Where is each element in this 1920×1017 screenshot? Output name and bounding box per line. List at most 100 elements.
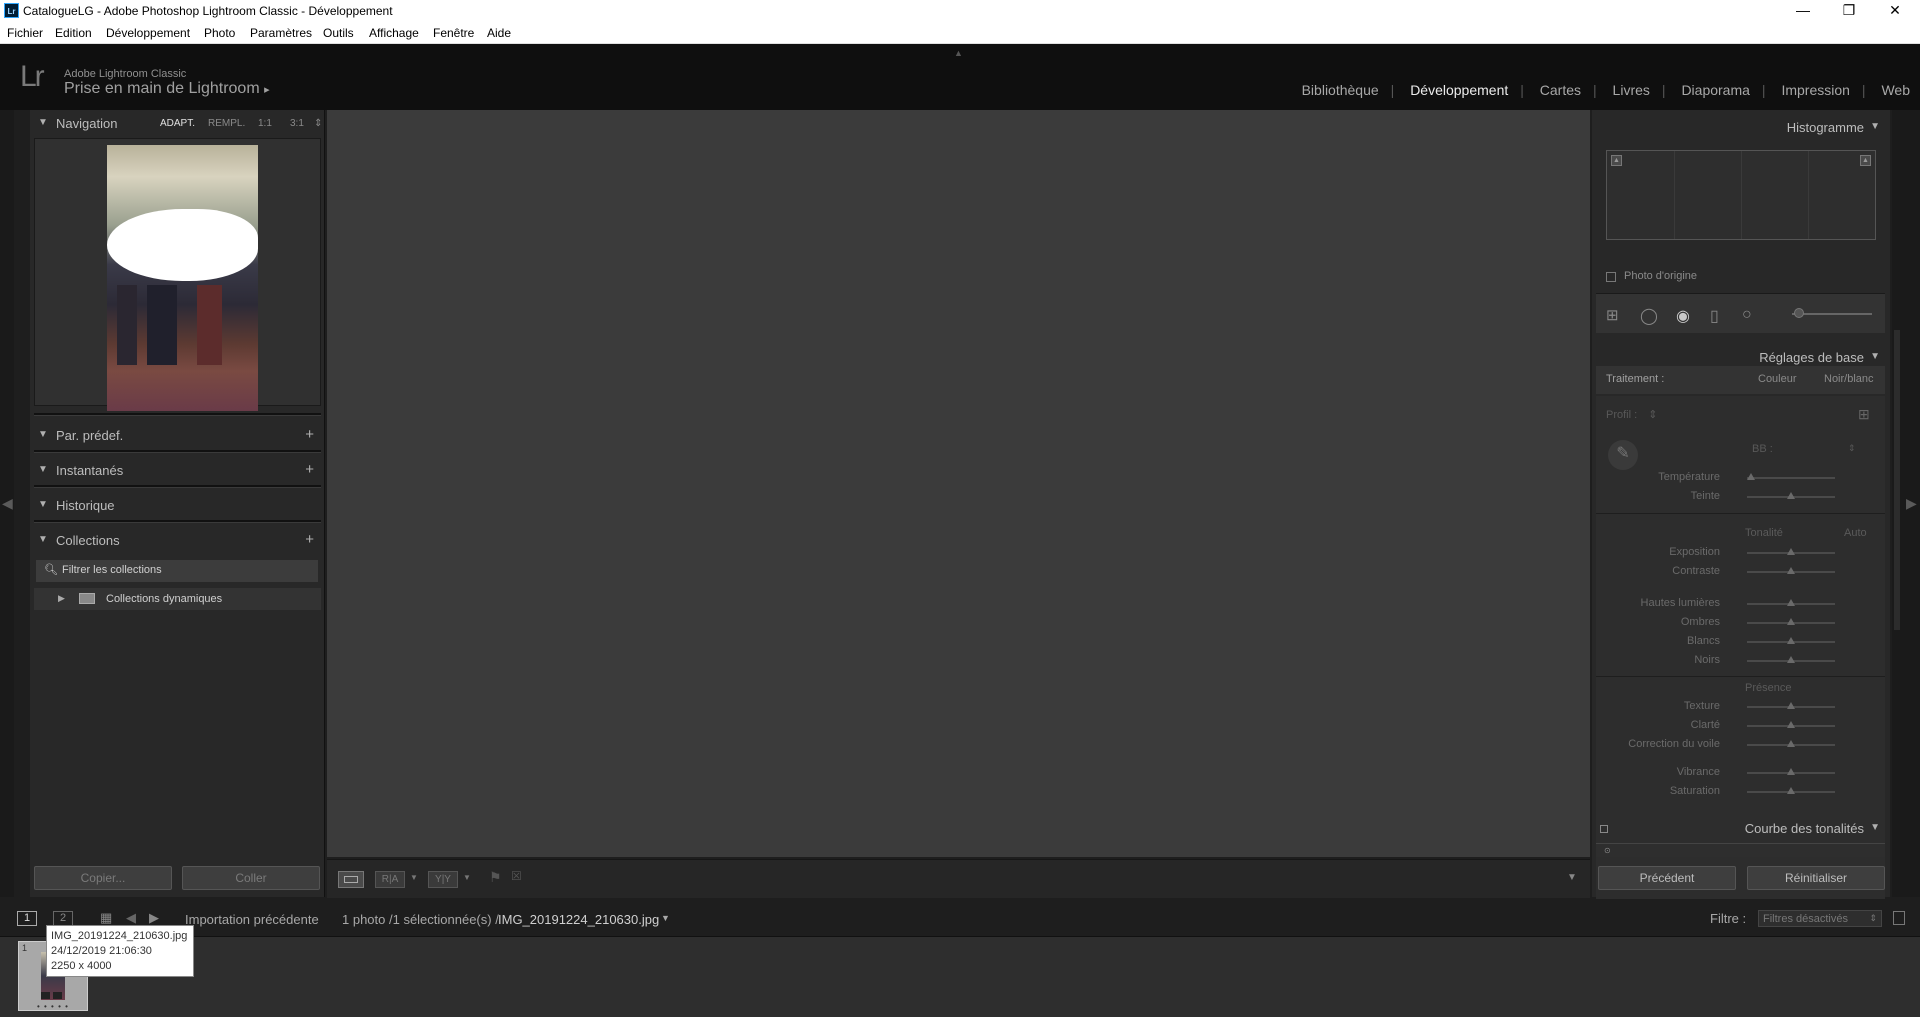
reject-flag-icon[interactable]: ☒ bbox=[511, 869, 522, 883]
add-collection-icon[interactable]: + bbox=[305, 531, 314, 548]
slider-knob[interactable] bbox=[1787, 787, 1795, 794]
slider-row[interactable]: Clarté bbox=[1592, 718, 1890, 734]
shadow-clipping-icon[interactable]: ▲ bbox=[1611, 155, 1622, 166]
slider-row[interactable]: Contraste bbox=[1592, 564, 1890, 580]
red-eye-icon[interactable]: ◉ bbox=[1676, 306, 1690, 326]
zoom-dropdown-icon[interactable]: ⇕ bbox=[314, 118, 322, 129]
crop-overlay-icon[interactable]: ⊞ bbox=[1606, 306, 1619, 324]
toolbar-content-chevron-icon[interactable]: ▼ bbox=[1567, 872, 1577, 883]
menu-photo[interactable]: Photo bbox=[204, 26, 235, 40]
filmstrip-source[interactable]: Importation précédente bbox=[185, 912, 319, 927]
filter-lock-icon[interactable] bbox=[1893, 911, 1905, 925]
module-web[interactable]: Web bbox=[1881, 82, 1910, 98]
zoom-1-1[interactable]: 1:1 bbox=[258, 118, 272, 129]
presets-header[interactable]: ▼ Par. prédef. + bbox=[30, 422, 324, 450]
collapse-right-panel-icon[interactable]: ▶ bbox=[1906, 495, 1917, 512]
before-after-lr-button[interactable]: R|A bbox=[375, 871, 405, 888]
menu-developpement[interactable]: Développement bbox=[106, 26, 190, 40]
back-arrow-icon[interactable]: ◀ bbox=[126, 910, 136, 926]
wb-eyedropper-icon[interactable]: ✎ bbox=[1608, 440, 1638, 470]
slider-knob[interactable] bbox=[1787, 548, 1795, 555]
minimize-button[interactable]: — bbox=[1780, 0, 1826, 22]
menu-affichage[interactable]: Affichage bbox=[369, 26, 419, 40]
slider-knob[interactable] bbox=[1787, 740, 1795, 747]
snapshots-header[interactable]: ▼ Instantanés + bbox=[30, 457, 324, 485]
original-photo-checkbox[interactable] bbox=[1606, 272, 1616, 282]
auto-tone-button[interactable]: Auto bbox=[1844, 527, 1867, 539]
chevron-down-icon[interactable]: ▼ bbox=[661, 913, 670, 923]
collections-filter[interactable]: 🔍︎ Filtrer les collections bbox=[36, 560, 318, 582]
menu-aide[interactable]: Aide bbox=[487, 26, 511, 40]
radial-filter-icon[interactable]: ○ bbox=[1742, 306, 1752, 324]
slider-row[interactable]: Exposition bbox=[1592, 545, 1890, 561]
slider-row[interactable]: Ombres bbox=[1592, 615, 1890, 631]
slider-row[interactable]: Température bbox=[1592, 470, 1890, 486]
treatment-color[interactable]: Couleur bbox=[1758, 373, 1797, 385]
menu-fenetre[interactable]: Fenêtre bbox=[433, 26, 474, 40]
slider-knob[interactable] bbox=[1747, 473, 1756, 480]
chevron-down-icon[interactable]: ▼ bbox=[463, 873, 471, 882]
profile-browser-icon[interactable]: ⊞ bbox=[1858, 406, 1870, 423]
collections-header[interactable]: ▼ Collections + bbox=[30, 527, 324, 555]
target-adjustment-icon[interactable]: ⊙ bbox=[1604, 846, 1611, 855]
window-1-button[interactable]: 1 bbox=[17, 911, 37, 926]
window-2-button[interactable]: 2 bbox=[53, 911, 73, 926]
zoom-fit[interactable]: ADAPT. bbox=[160, 118, 195, 129]
slider-row[interactable]: Texture bbox=[1592, 699, 1890, 715]
slider-knob[interactable] bbox=[1787, 599, 1795, 606]
catalog-title[interactable]: Prise en main de Lightroom ▸ bbox=[64, 80, 270, 98]
histogram[interactable]: ▲ ▲ bbox=[1606, 150, 1876, 240]
module-cartes[interactable]: Cartes bbox=[1540, 82, 1581, 98]
image-view[interactable] bbox=[327, 110, 1590, 857]
close-button[interactable]: ✕ bbox=[1872, 0, 1918, 22]
menu-outils[interactable]: Outils bbox=[323, 26, 354, 40]
module-impression[interactable]: Impression bbox=[1781, 82, 1849, 98]
module-diaporama[interactable]: Diaporama bbox=[1681, 82, 1749, 98]
module-developpement[interactable]: Développement bbox=[1410, 82, 1508, 98]
right-scrollbar[interactable] bbox=[1894, 330, 1900, 630]
slider-knob[interactable] bbox=[1787, 567, 1795, 574]
slider-knob[interactable] bbox=[1787, 637, 1795, 644]
zoom-3-1[interactable]: 3:1 bbox=[290, 118, 304, 129]
left-scrollbar[interactable] bbox=[16, 110, 30, 897]
slider-row[interactable]: Vibrance bbox=[1592, 765, 1890, 781]
profile-dropdown-icon[interactable]: ⇕ bbox=[1648, 409, 1657, 421]
history-header[interactable]: ▼ Historique bbox=[30, 492, 324, 520]
histogram-header[interactable]: Histogramme ▼ bbox=[1592, 114, 1890, 142]
slider-knob[interactable] bbox=[1787, 656, 1795, 663]
add-preset-icon[interactable]: + bbox=[305, 426, 314, 443]
loupe-view-icon[interactable] bbox=[338, 871, 364, 888]
brush-slider[interactable] bbox=[1792, 313, 1872, 315]
brush-icon[interactable] bbox=[1794, 308, 1804, 318]
slider-row[interactable]: Blancs bbox=[1592, 634, 1890, 650]
filmstrip-filename[interactable]: IMG_20191224_210630.jpg bbox=[498, 912, 659, 927]
before-after-tb-button[interactable]: Y|Y bbox=[428, 871, 458, 888]
chevron-down-icon[interactable]: ▼ bbox=[410, 873, 418, 882]
graduated-filter-icon[interactable]: ▯ bbox=[1710, 306, 1719, 326]
navigation-header[interactable]: ▼ Navigation ADAPT. REMPL. 1:1 3:1 ⇕ bbox=[30, 110, 324, 138]
spot-removal-icon[interactable]: ◯ bbox=[1640, 306, 1658, 326]
slider-knob[interactable] bbox=[1787, 492, 1795, 499]
grid-view-icon[interactable]: ▦ bbox=[100, 910, 112, 926]
slider-knob[interactable] bbox=[1787, 618, 1795, 625]
tone-curve-toggle[interactable] bbox=[1600, 825, 1608, 833]
slider-track[interactable] bbox=[1747, 477, 1835, 479]
forward-arrow-icon[interactable]: ▶ bbox=[149, 910, 159, 926]
restore-button[interactable]: ❐ bbox=[1826, 0, 1872, 22]
menu-parametres[interactable]: Paramètres bbox=[250, 26, 312, 40]
filter-dropdown[interactable]: Filtres désactivés ⇕ bbox=[1758, 910, 1882, 927]
module-bibliotheque[interactable]: Bibliothèque bbox=[1302, 82, 1379, 98]
reset-button[interactable]: Réinitialiser bbox=[1747, 866, 1885, 890]
tone-curve-header[interactable]: Courbe des tonalités ▼ bbox=[1592, 815, 1890, 843]
menu-edition[interactable]: Edition bbox=[55, 26, 92, 40]
previous-button[interactable]: Précédent bbox=[1598, 866, 1736, 890]
collapse-left-panel-icon[interactable]: ◀ bbox=[2, 495, 13, 512]
collection-item[interactable]: ▶ Collections dynamiques bbox=[34, 588, 321, 610]
expand-arrow-icon[interactable]: ▶ bbox=[58, 593, 65, 604]
treatment-bw[interactable]: Noir/blanc bbox=[1824, 373, 1874, 385]
rating-dots[interactable]: • • • • • bbox=[37, 1002, 69, 1011]
slider-row[interactable]: Hautes lumières bbox=[1592, 596, 1890, 612]
slider-row[interactable]: Teinte bbox=[1592, 489, 1890, 505]
slider-knob[interactable] bbox=[1787, 768, 1795, 775]
paste-settings-button[interactable]: Coller bbox=[182, 866, 320, 890]
